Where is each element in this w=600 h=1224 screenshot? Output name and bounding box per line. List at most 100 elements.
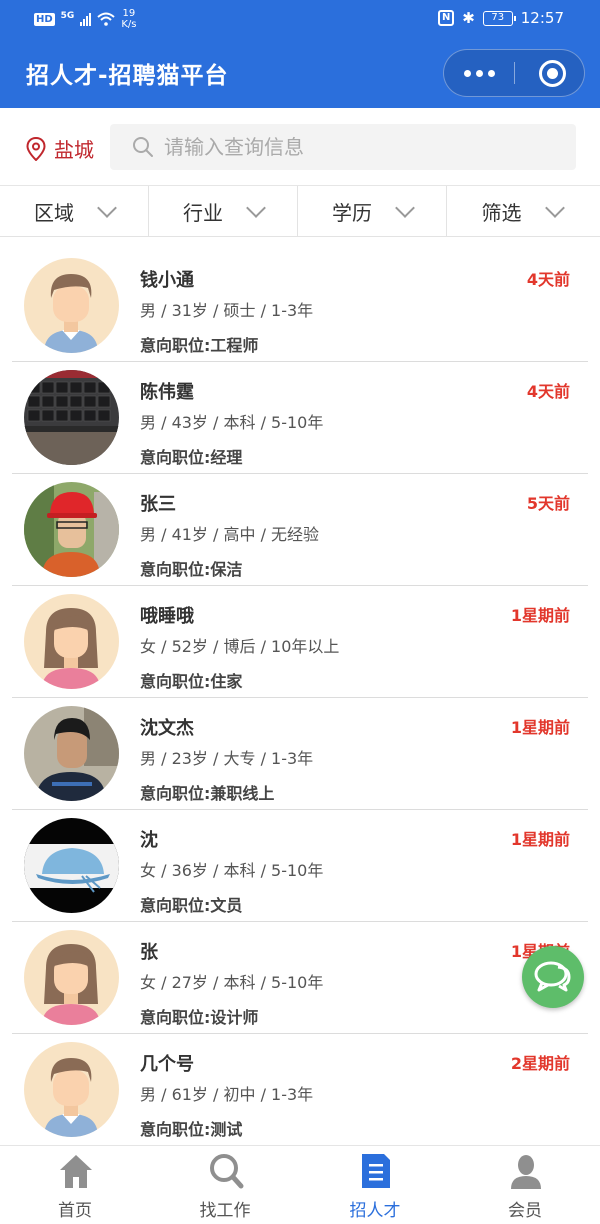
avatar	[24, 1042, 119, 1137]
chevron-down-icon	[395, 198, 415, 218]
candidate-card[interactable]: 钱小通 男 / 31岁 / 硕士 / 1-3年 意向职位:工程师 4天前	[12, 250, 588, 362]
city-label: 盐城	[54, 138, 94, 162]
search-box[interactable]	[110, 124, 576, 170]
posted-time: 1星期前	[510, 830, 570, 849]
candidate-meta: 男 / 31岁 / 硕士 / 1-3年	[140, 301, 314, 320]
candidate-meta: 男 / 41岁 / 高中 / 无经验	[140, 525, 320, 544]
candidate-position: 意向职位:文员	[140, 896, 243, 915]
tab-find-job[interactable]: 找工作	[150, 1146, 300, 1224]
bottom-tab-bar: 首页 找工作 招人才 会员	[0, 1145, 600, 1224]
candidate-card[interactable]: 张三 男 / 41岁 / 高中 / 无经验 意向职位:保洁 5天前	[12, 474, 588, 586]
candidate-card[interactable]: 陈伟霆 男 / 43岁 / 本科 / 5-10年 意向职位:经理 4天前	[12, 362, 588, 474]
filter-bar: 区域 行业 学历 筛选	[0, 186, 600, 237]
filter-more[interactable]: 筛选	[447, 186, 596, 236]
signal-icon	[80, 12, 92, 26]
filter-label: 学历	[332, 200, 372, 225]
location-pin-icon	[26, 136, 46, 161]
capsule-divider	[514, 62, 515, 84]
candidate-meta: 男 / 61岁 / 初中 / 1-3年	[140, 1085, 314, 1104]
miniprogram-capsule	[443, 49, 585, 97]
candidate-card[interactable]: 沈 女 / 36岁 / 本科 / 5-10年 意向职位:文员 1星期前	[12, 810, 588, 922]
candidate-name: 哦睡哦	[140, 606, 194, 627]
search-icon	[210, 1154, 244, 1189]
network-speed: 19 K/s	[121, 8, 136, 30]
tab-label: 招人才	[349, 1201, 401, 1221]
avatar	[24, 594, 119, 689]
candidate-position: 意向职位:设计师	[140, 1008, 259, 1027]
candidate-meta: 女 / 52岁 / 博后 / 10年以上	[140, 637, 340, 656]
avatar	[24, 482, 119, 577]
filter-industry[interactable]: 行业	[149, 186, 298, 236]
hd-badge: HD	[34, 12, 55, 26]
status-bar: HD 5G 19 K/s N ✱ 73 12:57	[0, 0, 600, 38]
city-selector[interactable]: 盐城	[26, 134, 94, 163]
chevron-down-icon	[246, 198, 266, 218]
avatar	[24, 258, 119, 353]
filter-label: 区域	[34, 200, 74, 225]
filter-label: 行业	[183, 200, 223, 225]
candidate-position: 意向职位:保洁	[140, 560, 243, 579]
avatar	[24, 370, 119, 465]
tab-label: 找工作	[199, 1201, 251, 1221]
candidate-name: 几个号	[140, 1054, 194, 1075]
candidate-meta: 女 / 36岁 / 本科 / 5-10年	[140, 861, 324, 880]
app-header: HD 5G 19 K/s N ✱ 73 12:57 招人才-招聘猫平台	[0, 0, 600, 108]
filter-education[interactable]: 学历	[298, 186, 447, 236]
speed-value: 19	[122, 8, 136, 19]
bluetooth-icon: ✱	[462, 9, 475, 27]
candidate-position: 意向职位:经理	[140, 448, 243, 467]
document-icon	[362, 1154, 390, 1188]
filter-region[interactable]: 区域	[0, 186, 149, 236]
chat-button[interactable]	[522, 946, 584, 1008]
posted-time: 1星期前	[510, 718, 570, 737]
candidate-position: 意向职位:工程师	[140, 336, 259, 355]
search-row: 盐城	[0, 108, 600, 186]
chevron-down-icon	[544, 198, 565, 218]
more-menu-button[interactable]	[444, 50, 514, 96]
candidate-name: 钱小通	[140, 270, 194, 291]
tab-home[interactable]: 首页	[0, 1146, 150, 1224]
filter-label: 筛选	[481, 200, 522, 225]
user-icon	[511, 1155, 541, 1189]
network-type: 5G	[60, 11, 75, 21]
candidate-card[interactable]: 几个号 男 / 61岁 / 初中 / 1-3年 意向职位:测试 2星期前	[12, 1034, 588, 1146]
tab-label: 会员	[508, 1201, 542, 1221]
chat-bubbles-icon	[534, 961, 571, 992]
tab-label: 首页	[58, 1201, 92, 1221]
posted-time: 4天前	[526, 270, 570, 289]
candidate-meta: 男 / 43岁 / 本科 / 5-10年	[140, 413, 324, 432]
page-title: 招人才-招聘猫平台	[26, 63, 229, 89]
wifi-icon	[97, 12, 115, 26]
posted-time: 2星期前	[510, 1054, 570, 1073]
candidate-name: 沈文杰	[140, 718, 194, 739]
tab-recruit[interactable]: 招人才	[300, 1146, 450, 1224]
chevron-down-icon	[97, 198, 117, 218]
home-icon	[60, 1155, 92, 1188]
tab-member[interactable]: 会员	[450, 1146, 600, 1224]
candidate-position: 意向职位:住家	[140, 672, 243, 691]
posted-time: 1星期前	[510, 606, 570, 625]
candidate-position: 意向职位:兼职线上	[140, 784, 275, 803]
avatar	[24, 930, 119, 1025]
candidate-name: 沈	[140, 830, 158, 851]
search-input[interactable]	[164, 135, 544, 159]
battery-icon: 73	[482, 10, 516, 26]
candidate-meta: 男 / 23岁 / 大专 / 1-3年	[140, 749, 314, 768]
speed-unit: K/s	[121, 19, 137, 30]
status-time: 12:57	[520, 9, 564, 27]
avatar	[24, 706, 119, 801]
candidate-name: 张	[140, 942, 158, 963]
candidate-card[interactable]: 沈文杰 男 / 23岁 / 大专 / 1-3年 意向职位:兼职线上 1星期前	[12, 698, 588, 810]
candidate-list: 钱小通 男 / 31岁 / 硕士 / 1-3年 意向职位:工程师 4天前 陈伟霆…	[12, 250, 588, 1146]
close-miniprogram-button[interactable]	[539, 60, 566, 87]
candidate-card[interactable]: 张 女 / 27岁 / 本科 / 5-10年 意向职位:设计师 1星期前	[12, 922, 588, 1034]
candidate-card[interactable]: 哦睡哦 女 / 52岁 / 博后 / 10年以上 意向职位:住家 1星期前	[12, 586, 588, 698]
search-icon	[133, 137, 153, 157]
candidate-position: 意向职位:测试	[140, 1120, 243, 1139]
candidate-name: 张三	[140, 494, 176, 515]
avatar	[24, 818, 119, 913]
nfc-icon: N	[438, 10, 455, 26]
candidate-name: 陈伟霆	[140, 382, 194, 403]
candidate-meta: 女 / 27岁 / 本科 / 5-10年	[140, 973, 324, 992]
posted-time: 4天前	[526, 382, 570, 401]
